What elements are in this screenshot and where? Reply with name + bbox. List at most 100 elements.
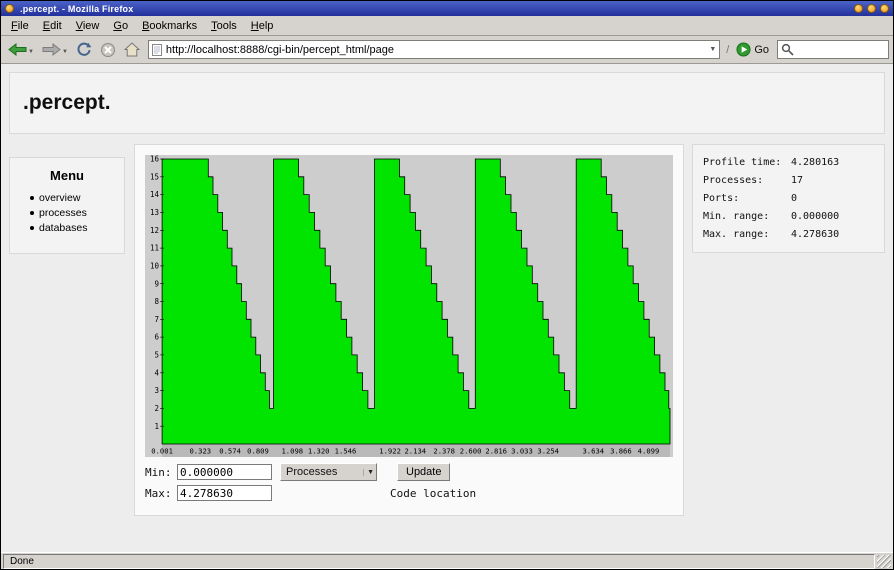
forward-icon — [42, 43, 61, 56]
go-label: Go — [754, 44, 769, 56]
bullet-icon — [30, 211, 34, 215]
menu-bar: File Edit View Go Bookmarks Tools Help — [1, 16, 893, 36]
x-tick-label: 3.033 — [511, 447, 533, 456]
x-tick-label: 0.001 — [151, 447, 173, 456]
page-icon — [152, 44, 162, 56]
maximize-button[interactable] — [867, 4, 876, 13]
reload-button[interactable] — [73, 40, 95, 60]
home-icon — [124, 42, 140, 57]
bullet-icon — [30, 226, 34, 230]
max-input[interactable] — [177, 485, 272, 501]
menu-item-file[interactable]: File — [4, 18, 36, 34]
y-tick-label: 3 — [154, 386, 159, 395]
x-tick-label: 2.134 — [404, 447, 426, 456]
menu-list: overview processes databases — [16, 192, 118, 234]
chevron-down-icon: ▼ — [363, 469, 374, 476]
x-tick-label: 2.378 — [433, 447, 455, 456]
y-tick-label: 7 — [154, 315, 159, 324]
nav-toolbar: ▼ ▼ ▼ / Go — [1, 36, 893, 64]
minimize-button[interactable] — [854, 4, 863, 13]
go-button[interactable]: Go — [732, 41, 773, 58]
resize-grip[interactable] — [877, 555, 891, 568]
menu-item-help[interactable]: Help — [244, 18, 281, 34]
window-frame: .percept. - Mozilla Firefox File Edit Vi… — [0, 0, 894, 570]
y-tick-label: 9 — [154, 279, 159, 288]
max-label: Max: — [145, 487, 177, 500]
info-line: Profile time:4.280163 — [703, 157, 874, 168]
sidebar-item-processes[interactable]: processes — [30, 207, 118, 219]
x-tick-label: 2.600 — [460, 447, 482, 456]
x-tick-label: 0.574 — [219, 447, 241, 456]
min-input[interactable] — [177, 464, 272, 480]
forward-button[interactable]: ▼ — [39, 41, 71, 58]
y-tick-label: 2 — [154, 404, 159, 413]
update-button[interactable]: Update — [397, 463, 450, 481]
y-tick-label: 5 — [154, 351, 159, 360]
info-value: 4.278630 — [791, 229, 839, 240]
menu-item-view[interactable]: View — [69, 18, 107, 34]
title-bar: .percept. - Mozilla Firefox — [1, 1, 893, 16]
x-tick-label: 0.809 — [247, 447, 269, 456]
y-tick-label: 4 — [154, 368, 159, 377]
graph-type-select[interactable]: Processes ▼ — [280, 463, 377, 481]
back-button[interactable]: ▼ — [5, 41, 37, 58]
x-tick-label: 3.254 — [537, 447, 559, 456]
url-input[interactable] — [166, 44, 705, 56]
stop-icon — [100, 42, 116, 58]
x-tick-label: 1.098 — [281, 447, 303, 456]
forward-dropdown-icon[interactable]: ▼ — [62, 48, 68, 56]
select-value: Processes — [286, 466, 337, 478]
x-tick-label: 0.323 — [189, 447, 211, 456]
sidebar-item-databases[interactable]: databases — [30, 222, 118, 234]
search-input[interactable] — [797, 43, 885, 57]
x-tick-label: 2.816 — [485, 447, 507, 456]
url-bar[interactable]: ▼ — [148, 40, 720, 59]
home-button[interactable] — [121, 40, 143, 59]
min-label: Min: — [145, 466, 177, 479]
menu-item-go[interactable]: Go — [106, 18, 135, 34]
window-menu-icon[interactable] — [5, 4, 14, 13]
menu-item-tools[interactable]: Tools — [204, 18, 244, 34]
info-value: 4.280163 — [791, 157, 839, 168]
info-line: Processes:17 — [703, 175, 874, 186]
y-tick-label: 16 — [150, 155, 160, 164]
info-value: 0 — [791, 193, 797, 204]
controls-row-2: Max: Code location — [145, 485, 673, 501]
search-box[interactable] — [777, 40, 889, 59]
y-tick-label: 6 — [154, 333, 159, 342]
menu-item-edit[interactable]: Edit — [36, 18, 69, 34]
chart-controls: Min: Processes ▼ Update Max: Code locati… — [145, 463, 673, 501]
sidebar-item-overview[interactable]: overview — [30, 192, 118, 204]
info-label: Min. range: — [703, 211, 791, 222]
menu-heading: Menu — [16, 168, 118, 183]
info-label: Ports: — [703, 193, 791, 204]
columns: Menu overview processes databases 1 2 3 4 5 6… — [9, 144, 885, 516]
close-button[interactable] — [880, 4, 889, 13]
url-dropdown-icon[interactable]: ▼ — [709, 46, 716, 53]
bullet-icon — [30, 196, 34, 200]
x-tick-label: 1.922 — [379, 447, 401, 456]
y-tick-label: 1 — [154, 422, 159, 431]
x-tick-label: 4.099 — [638, 447, 660, 456]
sidebar-item-label: processes — [39, 207, 87, 219]
reload-icon — [76, 42, 92, 58]
info-value: 0.000000 — [791, 211, 839, 222]
info-panel: Profile time:4.280163 Processes:17 Ports… — [692, 144, 885, 253]
y-tick-label: 13 — [150, 208, 159, 217]
status-text: Done — [10, 556, 34, 567]
content-area: .percept. Menu overview processes databa… — [1, 64, 893, 552]
menu-item-bookmarks[interactable]: Bookmarks — [135, 18, 204, 34]
info-value: 17 — [791, 175, 803, 186]
y-tick-label: 14 — [150, 190, 160, 199]
info-label: Profile time: — [703, 157, 791, 168]
back-dropdown-icon[interactable]: ▼ — [28, 48, 34, 56]
info-line: Max. range:4.278630 — [703, 229, 874, 240]
y-tick-label: 10 — [150, 262, 160, 271]
go-icon — [736, 42, 751, 57]
sidebar-item-label: overview — [39, 192, 80, 204]
status-bar: Done — [1, 552, 893, 569]
stop-button[interactable] — [97, 40, 119, 60]
x-tick-label: 1.546 — [335, 447, 357, 456]
url-separator: / — [726, 44, 729, 56]
process-activity-chart: 123456789101112131415160.0010.3230.5740.… — [145, 155, 673, 457]
